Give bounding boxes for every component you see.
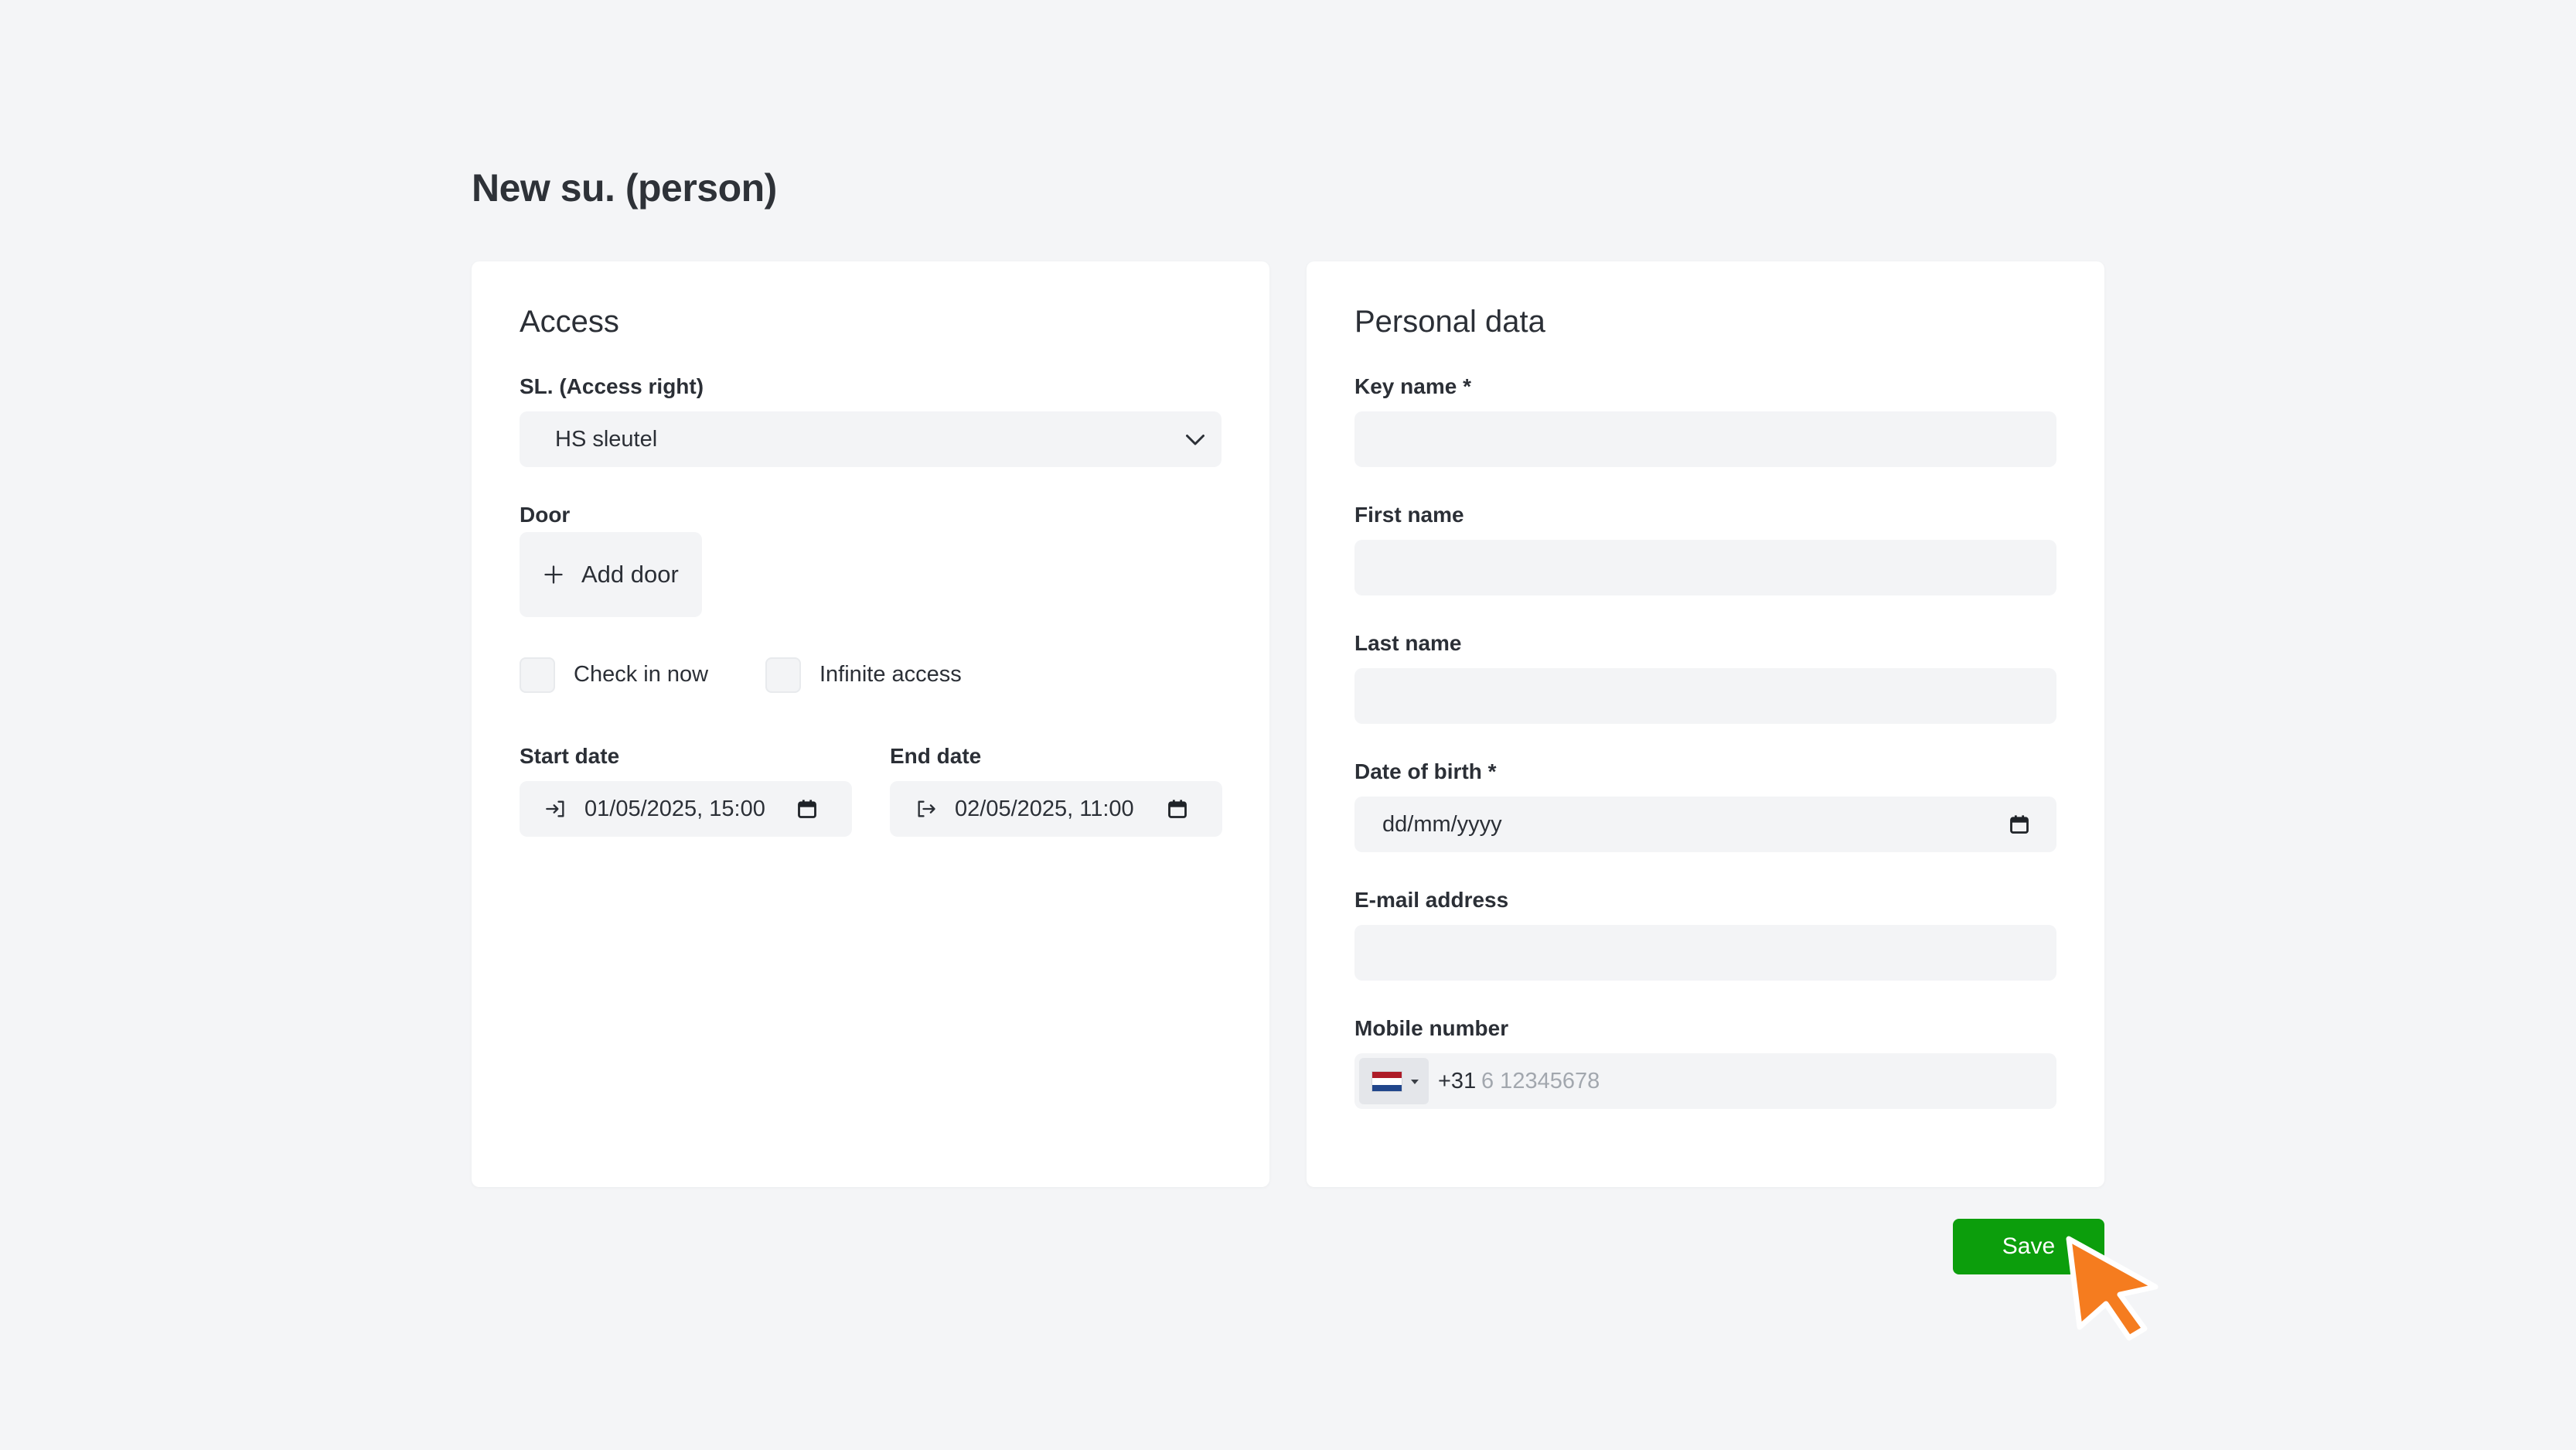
access-right-value: HS sleutel bbox=[555, 427, 658, 452]
start-date-label: Start date bbox=[520, 744, 620, 768]
infinite-access-checkbox[interactable] bbox=[765, 657, 801, 693]
email-label: E-mail address bbox=[1354, 888, 1509, 912]
last-name-label: Last name bbox=[1354, 631, 1462, 655]
last-name-input[interactable] bbox=[1354, 668, 2056, 724]
date-of-birth-value: dd/mm/yyyy bbox=[1382, 812, 1502, 837]
plus-icon bbox=[544, 565, 563, 584]
first-name-input[interactable] bbox=[1354, 540, 2056, 595]
door-label: Door bbox=[520, 503, 571, 527]
caret-down-icon bbox=[1411, 1080, 1419, 1084]
date-of-birth-input[interactable]: dd/mm/yyyy bbox=[1354, 797, 2056, 852]
mobile-number-field: +31 bbox=[1354, 1053, 2056, 1109]
new-person-page: New su. (person) Access SL. (Access righ… bbox=[0, 0, 2576, 1450]
chevron-down-icon bbox=[1186, 435, 1205, 445]
check-in-now-checkbox[interactable] bbox=[520, 657, 555, 693]
email-input[interactable] bbox=[1354, 925, 2056, 981]
country-select[interactable] bbox=[1359, 1058, 1429, 1104]
calendar-icon[interactable] bbox=[796, 798, 818, 820]
mobile-number-label: Mobile number bbox=[1354, 1016, 1509, 1040]
end-date-value: 02/05/2025, 11:00 bbox=[955, 797, 1134, 821]
sign-out-icon bbox=[918, 800, 935, 817]
personal-data-card: Personal data Key name * First name Last… bbox=[1307, 261, 2104, 1187]
dial-code: +31 bbox=[1438, 1069, 1477, 1093]
date-of-birth-label: Date of birth * bbox=[1354, 759, 1497, 783]
calendar-icon[interactable] bbox=[2009, 814, 2030, 835]
key-name-input[interactable] bbox=[1354, 411, 2056, 467]
access-heading: Access bbox=[520, 305, 619, 339]
add-door-label: Add door bbox=[581, 561, 679, 588]
access-card: Access SL. (Access right) HS sleutel Doo… bbox=[472, 261, 1269, 1187]
calendar-icon[interactable] bbox=[1167, 798, 1188, 820]
end-date-label: End date bbox=[890, 744, 982, 768]
start-date-value: 01/05/2025, 15:00 bbox=[584, 797, 765, 821]
netherlands-flag-icon bbox=[1371, 1071, 1402, 1092]
page-title: New su. (person) bbox=[472, 166, 777, 210]
key-name-label: Key name * bbox=[1354, 374, 1471, 398]
cursor-arrow-icon bbox=[2066, 1236, 2159, 1341]
start-date-input[interactable]: 01/05/2025, 15:00 bbox=[520, 781, 852, 837]
access-right-label: SL. (Access right) bbox=[520, 374, 704, 398]
mobile-number-input[interactable] bbox=[1481, 1053, 2038, 1109]
check-in-now-label: Check in now bbox=[574, 662, 709, 687]
personal-data-heading: Personal data bbox=[1354, 305, 1545, 339]
access-right-select[interactable]: HS sleutel bbox=[520, 411, 1222, 467]
sign-in-icon bbox=[546, 800, 564, 817]
first-name-label: First name bbox=[1354, 503, 1464, 527]
infinite-access-label: Infinite access bbox=[819, 662, 962, 687]
add-door-button[interactable]: Add door bbox=[520, 532, 702, 617]
end-date-input[interactable]: 02/05/2025, 11:00 bbox=[890, 781, 1222, 837]
